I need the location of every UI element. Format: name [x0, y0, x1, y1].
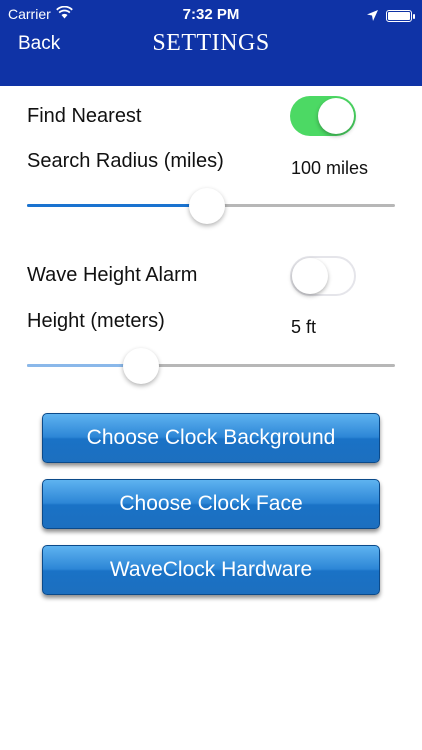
slider-thumb[interactable] [189, 188, 226, 224]
location-arrow-icon [367, 8, 378, 24]
wave-alarm-toggle[interactable] [290, 256, 356, 296]
search-radius-slider[interactable] [27, 188, 395, 224]
status-time: 7:32 PM [182, 6, 240, 23]
height-label: Height (meters) [27, 310, 165, 332]
waveclock-hardware-button[interactable]: WaveClock Hardware [42, 545, 380, 595]
height-slider[interactable] [27, 348, 395, 384]
status-bar: Carrier 7:32 PM [0, 5, 422, 26]
status-right [367, 8, 415, 24]
find-nearest-toggle[interactable] [290, 96, 356, 136]
wave-alarm-label: Wave Height Alarm [27, 264, 198, 286]
choose-clock-background-button[interactable]: Choose Clock Background [42, 413, 380, 463]
slider-fill [27, 204, 208, 207]
page-title: SETTINGS [152, 30, 270, 56]
nav-bar: Carrier 7:32 PM Back SETTINGS [0, 0, 422, 86]
slider-thumb[interactable] [123, 348, 160, 384]
find-nearest-label: Find Nearest [27, 105, 142, 127]
toggle-knob [292, 258, 328, 294]
search-radius-value: 100 miles [291, 158, 369, 178]
battery-icon [386, 10, 415, 22]
choose-clock-face-button[interactable]: Choose Clock Face [42, 479, 380, 529]
battery-level [388, 12, 410, 20]
height-value: 5 ft [291, 317, 317, 337]
search-radius-label: Search Radius (miles) [27, 150, 224, 172]
toggle-knob [318, 98, 354, 134]
